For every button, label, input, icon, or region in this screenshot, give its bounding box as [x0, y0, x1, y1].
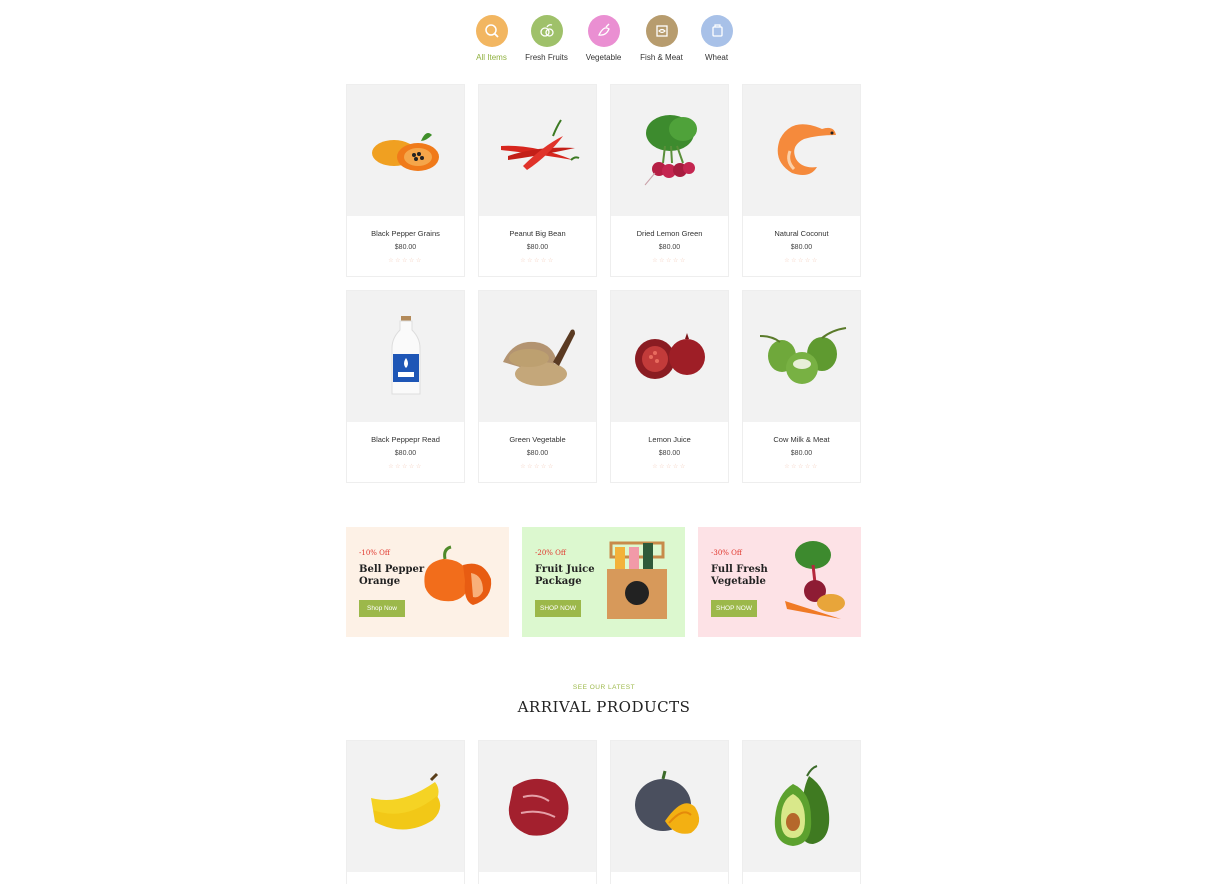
tab-label: Vegetable	[585, 53, 622, 62]
product-image-pomegranate[interactable]	[611, 291, 728, 422]
tab-label: Wheat	[704, 53, 729, 62]
banner-title: Fruit Juice Package	[535, 564, 605, 588]
tab-label: All Items	[476, 53, 507, 62]
banner-title-line: Fruit Juice	[535, 564, 595, 575]
product-image-shrimp[interactable]	[743, 85, 860, 216]
product-card[interactable]: Dried Lemon Green $80.00 ☆☆☆☆☆	[610, 84, 729, 277]
tab-all-items[interactable]: All Items	[464, 15, 519, 62]
product-image-papaya[interactable]	[347, 85, 464, 216]
rating-stars: ☆☆☆☆☆	[784, 258, 819, 264]
bell-pepper-image	[424, 545, 492, 605]
search-basket-icon	[475, 15, 508, 47]
wheat-icon	[700, 15, 733, 47]
product-price: $80.00	[394, 450, 417, 457]
arrival-card[interactable]	[478, 740, 597, 884]
rating-stars: ☆☆☆☆☆	[388, 258, 423, 264]
product-image-raw-meat[interactable]	[479, 741, 596, 872]
arrival-card[interactable]	[610, 740, 729, 884]
product-name[interactable]: Black Pepper Grains	[347, 229, 464, 238]
product-image-milk-bottle[interactable]	[347, 291, 464, 422]
product-card[interactable]: Lemon Juice $80.00 ☆☆☆☆☆	[610, 290, 729, 483]
banner-title-line: Full Fresh	[711, 564, 768, 575]
tab-wheat[interactable]: Wheat	[689, 15, 744, 62]
promo-banner-bell-pepper[interactable]: -10% Off Bell Pepper Orange Shop Now	[346, 527, 509, 637]
product-card[interactable]: Black Peppepr Read $80.00 ☆☆☆☆☆	[346, 290, 465, 483]
rating-stars: ☆☆☆☆☆	[520, 258, 555, 264]
product-price: $80.00	[658, 450, 681, 457]
product-name[interactable]: Natural Coconut	[743, 229, 860, 238]
product-image-radishes[interactable]	[611, 85, 728, 216]
shop-now-button[interactable]: Shop Now	[359, 600, 405, 617]
product-image-avocado[interactable]	[743, 741, 860, 872]
fish-meat-icon	[645, 15, 678, 47]
rating-stars: ☆☆☆☆☆	[520, 464, 555, 470]
product-image-bananas[interactable]	[347, 741, 464, 872]
product-card[interactable]: Natural Coconut $80.00 ☆☆☆☆☆	[742, 84, 861, 277]
product-price: $80.00	[526, 244, 549, 251]
product-price: $80.00	[790, 450, 813, 457]
product-card[interactable]: Peanut Big Bean $80.00 ☆☆☆☆☆	[478, 84, 597, 277]
banner-title-line: Package	[535, 576, 582, 587]
arrival-card[interactable]	[742, 740, 861, 884]
tab-label: Fresh Fruits	[525, 53, 568, 62]
section-title: ARRIVAL PRODUCTS	[517, 698, 691, 716]
discount-label: -30% Off	[711, 549, 742, 557]
product-card[interactable]: Black Pepper Grains $80.00 ☆☆☆☆☆	[346, 84, 465, 277]
section-subtitle: SEE OUR LATEST	[572, 684, 636, 691]
promo-banner-vegetable[interactable]: -30% Off Full Fresh Vegetable SHOP NOW	[698, 527, 861, 637]
product-name[interactable]: Green Vegetable	[479, 435, 596, 444]
shop-now-button[interactable]: SHOP NOW	[711, 600, 757, 617]
rating-stars: ☆☆☆☆☆	[652, 464, 687, 470]
banner-title: Full Fresh Vegetable	[711, 564, 781, 588]
product-price: $80.00	[526, 450, 549, 457]
product-image-green-coconuts[interactable]	[743, 291, 860, 422]
promo-banner-fruit-juice[interactable]: -20% Off Fruit Juice Package SHOP NOW	[522, 527, 685, 637]
tab-vegetable[interactable]: Vegetable	[576, 15, 631, 62]
rating-stars: ☆☆☆☆☆	[652, 258, 687, 264]
product-price: $80.00	[394, 244, 417, 251]
product-name[interactable]: Black Peppepr Read	[347, 435, 464, 444]
product-price: $80.00	[790, 244, 813, 251]
vegetables-image	[785, 541, 845, 619]
tab-fresh-fruits[interactable]: Fresh Fruits	[519, 15, 574, 62]
rating-stars: ☆☆☆☆☆	[388, 464, 423, 470]
tab-label: Fish & Meat	[640, 53, 683, 62]
banner-title-line: Vegetable	[711, 576, 766, 587]
product-card[interactable]: Green Vegetable $80.00 ☆☆☆☆☆	[478, 290, 597, 483]
product-image-chili-peppers[interactable]	[479, 85, 596, 216]
product-name[interactable]: Cow Milk & Meat	[743, 435, 860, 444]
arrival-card[interactable]	[346, 740, 465, 884]
shop-now-button[interactable]: SHOP NOW	[535, 600, 581, 617]
banner-title-line: Orange	[359, 576, 401, 587]
product-name[interactable]: Dried Lemon Green	[611, 229, 728, 238]
product-image-pumpkin[interactable]	[611, 741, 728, 872]
product-name[interactable]: Peanut Big Bean	[479, 229, 596, 238]
product-image-grain-sack[interactable]	[479, 291, 596, 422]
rating-stars: ☆☆☆☆☆	[784, 464, 819, 470]
discount-label: -10% Off	[359, 549, 390, 557]
product-card[interactable]: Cow Milk & Meat $80.00 ☆☆☆☆☆	[742, 290, 861, 483]
juice-package-image	[607, 541, 667, 619]
discount-label: -20% Off	[535, 549, 566, 557]
product-name[interactable]: Lemon Juice	[611, 435, 728, 444]
product-price: $80.00	[658, 244, 681, 251]
vegetable-icon	[587, 15, 620, 47]
fruits-icon	[530, 15, 563, 47]
tab-fish-meat[interactable]: Fish & Meat	[634, 15, 689, 62]
